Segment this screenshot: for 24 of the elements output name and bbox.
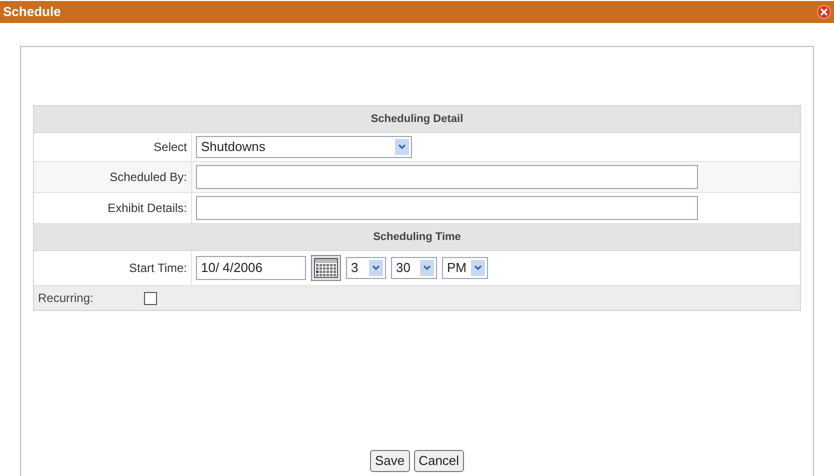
section-heading: Scheduling Time [373, 230, 461, 245]
section-heading: Scheduling Detail [370, 112, 464, 127]
close-icon[interactable] [817, 5, 831, 19]
caret-icon [471, 260, 485, 276]
field-label: Scheduled By: [110, 169, 187, 186]
dropdown[interactable]: 30 [391, 257, 437, 279]
dropdown[interactable]: 3 [346, 257, 386, 279]
dialog-button[interactable]: Save [370, 450, 410, 472]
dropdown[interactable]: Shutdowns [196, 136, 412, 158]
field-label: Recurring: [37, 290, 94, 307]
date-field[interactable]: 10/ 4/2006 [196, 256, 306, 280]
input-field[interactable] [196, 196, 698, 220]
field-label: Select [154, 139, 187, 156]
caret-icon [369, 260, 383, 276]
dropdown[interactable]: PM [442, 257, 488, 279]
caret-icon [420, 260, 434, 276]
field-label: Start Time: [128, 260, 187, 277]
dialog-button[interactable]: Cancel [414, 450, 464, 472]
calendar-icon[interactable] [311, 255, 341, 281]
window-title: Schedule [3, 3, 61, 22]
input-field[interactable] [196, 165, 698, 189]
recurring-checkbox[interactable] [144, 292, 157, 304]
field-label: Exhibit Details: [108, 200, 187, 217]
caret-icon [395, 139, 409, 155]
